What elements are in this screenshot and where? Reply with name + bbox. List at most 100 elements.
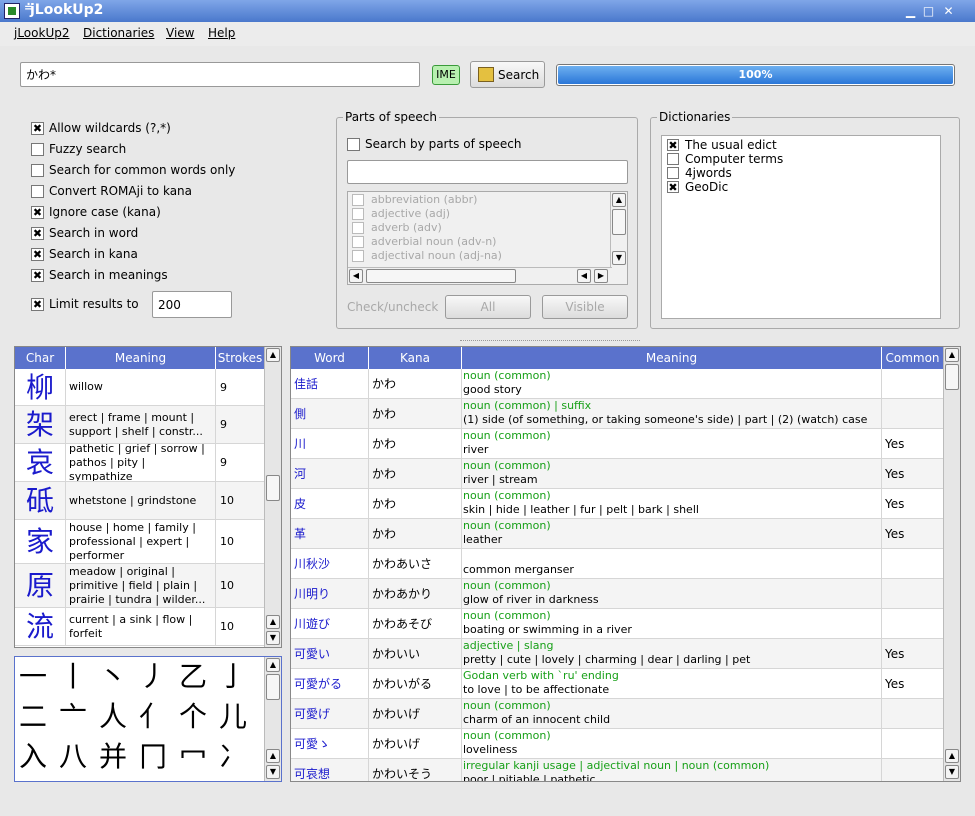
option-checkbox[interactable] xyxy=(31,164,44,177)
scroll-left-icon[interactable]: ◀ xyxy=(577,269,591,283)
scroll-up-icon[interactable]: ▲ xyxy=(266,348,280,362)
col-header-strokes[interactable]: Strokes xyxy=(216,347,265,369)
radical-glyph[interactable]: 并 xyxy=(99,737,127,777)
dictionary-checkbox[interactable] xyxy=(667,153,679,165)
limit-checkbox[interactable]: ✖ xyxy=(31,298,44,311)
dictionary-checkbox[interactable] xyxy=(667,167,679,179)
pos-filter-input[interactable] xyxy=(347,160,628,184)
pos-hscroll[interactable]: ◀ ◀ ▶ xyxy=(348,267,612,284)
option-checkbox[interactable] xyxy=(31,185,44,198)
radical-glyph[interactable]: 冖 xyxy=(179,737,207,777)
table-row[interactable]: 革かわ noun (common) leather Yes xyxy=(291,519,944,549)
radical-glyph[interactable]: 丿 xyxy=(139,657,167,697)
radical-glyph[interactable]: 丨 xyxy=(59,657,87,697)
scroll-up-icon[interactable]: ▲ xyxy=(266,749,280,763)
option-checkbox[interactable]: ✖ xyxy=(31,122,44,135)
table-row[interactable]: 佳話 かわ noun (common) good story xyxy=(291,369,944,399)
radical-glyph[interactable]: 人 xyxy=(99,697,127,737)
col-header-common[interactable]: Common xyxy=(882,347,944,369)
table-row[interactable]: 可哀想 かわいそう irregular kanji usage | adjectiv… xyxy=(291,759,944,781)
radicals-vscroll[interactable]: ▲ ▲ ▼ xyxy=(264,657,281,781)
radical-glyph[interactable]: 亠 xyxy=(59,697,87,737)
check-all-button[interactable]: All xyxy=(445,295,531,319)
results-vscroll[interactable]: ▲ ▲ ▼ xyxy=(943,347,960,781)
col-header-char[interactable]: Char xyxy=(15,347,66,369)
radical-glyph[interactable]: 一 xyxy=(19,657,47,697)
pos-item-checkbox[interactable] xyxy=(352,194,364,206)
table-row[interactable]: 側かわ noun (common) | suffix (1) side (of so… xyxy=(291,399,944,429)
scroll-thumb[interactable] xyxy=(266,475,280,501)
menu-help[interactable]: Help xyxy=(208,26,235,40)
col-header-meaning[interactable]: Meaning xyxy=(462,347,882,369)
option-checkbox[interactable]: ✖ xyxy=(31,248,44,261)
table-row[interactable]: 川明り かわあかり noun (common) glow of river in da… xyxy=(291,579,944,609)
dictionary-checkbox[interactable]: ✖ xyxy=(667,139,679,151)
kanji-vscroll[interactable]: ▲ ▲ ▼ xyxy=(264,347,281,647)
option-checkbox[interactable]: ✖ xyxy=(31,227,44,240)
check-visible-button[interactable]: Visible xyxy=(542,295,628,319)
radical-glyph[interactable]: 冂 xyxy=(139,737,167,777)
minimize-icon[interactable]: ▁ xyxy=(902,3,919,19)
radical-glyph[interactable]: 丶 xyxy=(99,657,127,697)
maximize-icon[interactable]: □ xyxy=(920,3,937,19)
table-row[interactable]: 哀 pathetic | grief | sorrow | pathos | pi… xyxy=(15,444,265,482)
radical-glyph[interactable]: 亻 xyxy=(139,697,167,737)
radical-glyph[interactable]: 乙 xyxy=(179,657,207,697)
search-input[interactable] xyxy=(20,62,420,87)
scroll-down-icon[interactable]: ▼ xyxy=(266,631,280,645)
scroll-thumb[interactable] xyxy=(612,209,626,235)
col-header-word[interactable]: Word xyxy=(291,347,369,369)
scroll-up-icon[interactable]: ▲ xyxy=(945,749,959,763)
table-row[interactable]: 川秋沙 かわあいさ common merganser xyxy=(291,549,944,579)
menu-dictionaries[interactable]: Dictionaries xyxy=(83,26,154,40)
radical-glyph[interactable]: 二 xyxy=(19,697,47,737)
pos-search-checkbox[interactable] xyxy=(347,138,360,151)
menu-view[interactable]: View xyxy=(166,26,194,40)
scroll-thumb[interactable] xyxy=(366,269,516,283)
scroll-down-icon[interactable]: ▼ xyxy=(612,251,626,265)
limit-input[interactable] xyxy=(152,291,232,318)
scroll-down-icon[interactable]: ▼ xyxy=(945,765,959,779)
table-row[interactable]: 柳 willow 9 xyxy=(15,369,265,406)
table-row[interactable]: 可愛げ かわいげ noun (common) charm of an innocent… xyxy=(291,699,944,729)
close-icon[interactable]: ✕ xyxy=(940,3,957,19)
scroll-up-icon[interactable]: ▲ xyxy=(266,615,280,629)
scroll-down-icon[interactable]: ▼ xyxy=(266,765,280,779)
scroll-thumb[interactable] xyxy=(266,674,280,700)
radical-glyph[interactable]: 八 xyxy=(59,737,87,777)
scroll-up-icon[interactable]: ▲ xyxy=(612,193,626,207)
pos-item-checkbox[interactable] xyxy=(352,222,364,234)
table-row[interactable]: 川遊び かわあそび noun (common) boating or swimming… xyxy=(291,609,944,639)
radical-glyph[interactable]: 儿 xyxy=(219,697,247,737)
col-header-meaning[interactable]: Meaning xyxy=(66,347,216,369)
table-row[interactable]: 可愛い かわいい adjective | slang pretty | cute | … xyxy=(291,639,944,669)
radical-glyph[interactable]: 入 xyxy=(19,737,47,777)
option-checkbox[interactable] xyxy=(31,143,44,156)
pos-item-checkbox[interactable] xyxy=(352,236,364,248)
scroll-right-icon[interactable]: ▶ xyxy=(594,269,608,283)
table-row[interactable]: 家 house | home | family | professional | … xyxy=(15,520,265,564)
table-row[interactable]: 架 erect | frame | mount | support | shelf… xyxy=(15,406,265,444)
table-row[interactable]: 川かわ noun (common) river Yes xyxy=(291,429,944,459)
table-row[interactable]: 可愛ゝ かわいげ noun (common) loveliness xyxy=(291,729,944,759)
table-row[interactable]: 皮かわ noun (common) skin | hide | leather | … xyxy=(291,489,944,519)
radical-glyph[interactable]: 亅 xyxy=(219,657,247,697)
option-checkbox[interactable]: ✖ xyxy=(31,206,44,219)
scroll-up-icon[interactable]: ▲ xyxy=(266,658,280,672)
table-row[interactable]: 可愛がる かわいがる Godan verb with `ru' ending to l… xyxy=(291,669,944,699)
table-row[interactable]: 流 current | a sink | flow | forfeit 10 xyxy=(15,608,265,646)
ime-button[interactable]: IME xyxy=(432,65,460,85)
search-button[interactable]: Search xyxy=(470,61,545,88)
radical-glyph[interactable]: 个 xyxy=(179,697,207,737)
table-row[interactable]: 河かわ noun (common) river | stream Yes xyxy=(291,459,944,489)
table-row[interactable]: 砥 whetstone | grindstone 10 xyxy=(15,482,265,520)
menu-jlookup2[interactable]: jLookUp2 xyxy=(14,26,69,40)
table-row[interactable]: 原 meadow | original | primitive | field |… xyxy=(15,564,265,608)
pos-item-checkbox[interactable] xyxy=(352,250,364,262)
scroll-up-icon[interactable]: ▲ xyxy=(945,348,959,362)
pos-item-checkbox[interactable] xyxy=(352,208,364,220)
splitter-handle[interactable] xyxy=(460,340,640,343)
option-checkbox[interactable]: ✖ xyxy=(31,269,44,282)
dictionary-checkbox[interactable]: ✖ xyxy=(667,181,679,193)
scroll-left-icon[interactable]: ◀ xyxy=(349,269,363,283)
